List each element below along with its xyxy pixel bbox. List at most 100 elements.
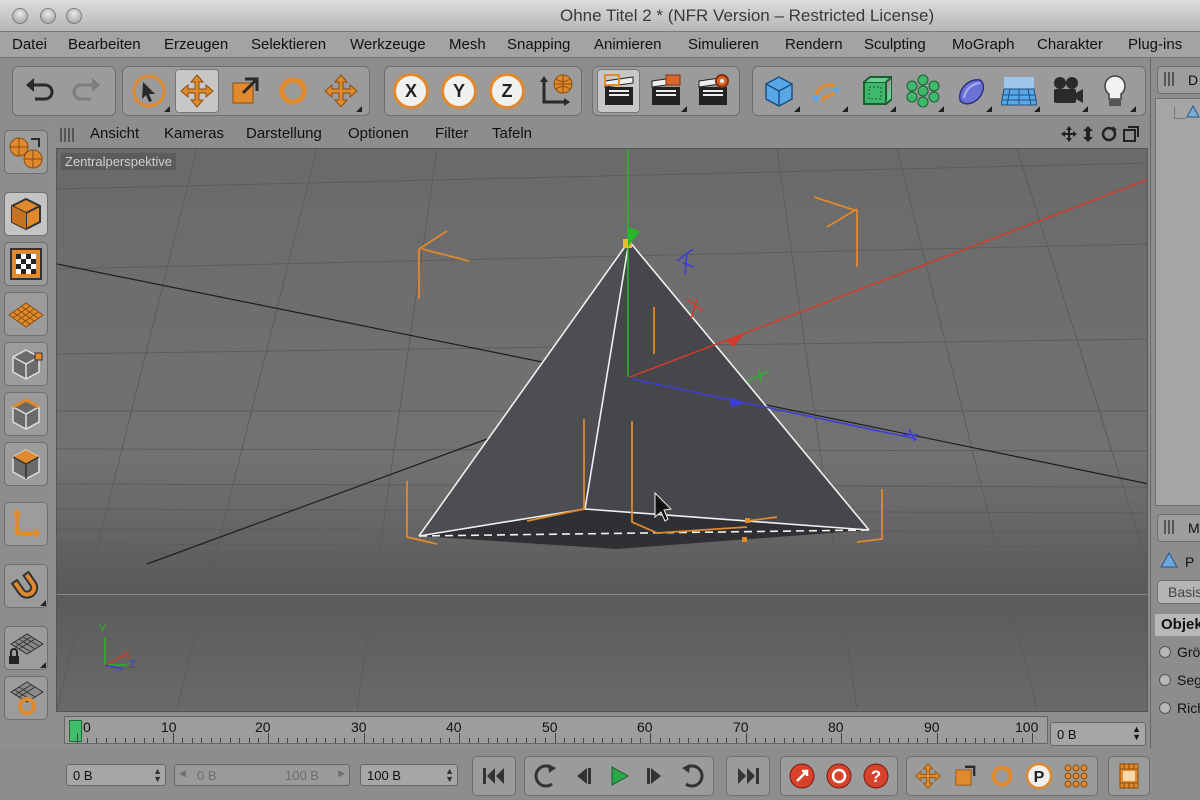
timeline-tick — [287, 738, 289, 743]
floor-icon[interactable] — [997, 69, 1041, 113]
next-frame-icon[interactable] — [638, 758, 673, 794]
scale-icon[interactable] — [223, 69, 267, 113]
mograph-cloner-icon[interactable] — [901, 69, 945, 113]
animation-dot-orientation[interactable] — [1159, 702, 1171, 714]
menu-bearbeiten[interactable]: Bearbeiten — [68, 36, 141, 53]
auto-key-icon[interactable] — [821, 758, 856, 794]
max-frame-field[interactable]: 100 B ▲ ▼ — [360, 764, 458, 786]
snapping-magnet-icon[interactable] — [4, 564, 48, 608]
prev-frame-icon[interactable] — [565, 758, 600, 794]
redo-icon[interactable] — [65, 69, 109, 113]
record-key-icon[interactable] — [784, 758, 819, 794]
menu-datei[interactable]: Datei — [12, 36, 47, 53]
zoom-window-button[interactable] — [66, 8, 82, 24]
keyframe-help-icon[interactable]: ? — [859, 758, 894, 794]
viewport-rotate-icon[interactable] — [1100, 125, 1118, 143]
timeline-window-icon[interactable] — [1112, 758, 1146, 794]
menu-mesh[interactable]: Mesh — [449, 36, 486, 53]
texture-mode-icon[interactable] — [4, 242, 48, 286]
camera-icon[interactable] — [1045, 69, 1089, 113]
render-view-icon[interactable] — [597, 69, 641, 113]
light-icon[interactable] — [1093, 69, 1137, 113]
menu-erzeugen[interactable]: Erzeugen — [164, 36, 228, 53]
menu-mograph[interactable]: MoGraph — [952, 36, 1015, 53]
render-settings-icon[interactable] — [692, 69, 735, 113]
points-mode-icon[interactable] — [4, 342, 48, 386]
3d-viewport[interactable]: Zentralperspektive Y X Z — [56, 148, 1148, 712]
deformer-icon[interactable] — [949, 69, 993, 113]
max-frame-spinner[interactable]: ▲ ▼ — [445, 767, 454, 784]
axis-mode-icon[interactable] — [4, 502, 48, 546]
menu-animieren[interactable]: Animieren — [594, 36, 662, 53]
prev-key-icon[interactable] — [528, 758, 563, 794]
viewport-scene[interactable] — [57, 149, 1148, 712]
key-pla-icon[interactable] — [1059, 758, 1094, 794]
viewport-menu-kameras[interactable]: Kameras — [164, 125, 224, 142]
menu-snapping[interactable]: Snapping — [507, 36, 570, 53]
current-frame-field[interactable]: 0 B ▲ ▼ — [66, 764, 166, 786]
undo-icon[interactable] — [17, 69, 61, 113]
viewport-camera-label[interactable]: Zentralperspektive — [61, 153, 176, 170]
edges-mode-icon[interactable] — [4, 392, 48, 436]
lock-x-icon[interactable]: X — [389, 69, 433, 113]
spline-icon[interactable] — [805, 69, 849, 113]
key-rotation-icon[interactable] — [984, 758, 1019, 794]
menu-rendern[interactable]: Rendern — [785, 36, 843, 53]
timeline-end-field[interactable]: 0 B ▲ ▼ — [1050, 722, 1146, 746]
range-left-arrow[interactable]: ◀ — [179, 768, 186, 779]
viewport-menu-darstellung[interactable]: Darstellung — [246, 125, 322, 142]
viewport-menu-optionen[interactable]: Optionen — [348, 125, 409, 142]
workplane-grid-icon[interactable] — [4, 292, 48, 336]
rotate-icon[interactable] — [271, 69, 315, 113]
tab-basis[interactable]: Basis — [1157, 580, 1200, 604]
key-parameter-icon[interactable]: P — [1022, 758, 1057, 794]
workplane-align-icon[interactable] — [4, 676, 48, 720]
minimize-window-button[interactable] — [40, 8, 56, 24]
workplane-lock-icon[interactable] — [4, 626, 48, 670]
polygons-mode-icon[interactable] — [4, 442, 48, 486]
key-position-icon[interactable] — [910, 758, 945, 794]
workplane-mode-icon[interactable] — [4, 130, 48, 174]
model-mode-icon[interactable] — [4, 192, 48, 236]
move-icon[interactable] — [175, 69, 219, 113]
menu-sculpting[interactable]: Sculpting — [864, 36, 926, 53]
timeline-ruler[interactable]: 0 10 20 30 40 50 60 70 80 90 100 — [64, 716, 1048, 744]
current-frame-spinner[interactable]: ▲ ▼ — [153, 767, 162, 784]
menu-simulieren[interactable]: Simulieren — [688, 36, 759, 53]
viewport-zoom-icon[interactable] — [1080, 125, 1096, 143]
viewport-pan-icon[interactable] — [1060, 125, 1078, 143]
play-icon[interactable] — [602, 758, 637, 794]
next-key-icon[interactable] — [675, 758, 710, 794]
key-scale-icon[interactable] — [947, 758, 982, 794]
multi-move-icon[interactable] — [319, 69, 363, 113]
goto-start-icon[interactable] — [476, 758, 512, 794]
menu-werkzeuge[interactable]: Werkzeuge — [350, 36, 426, 53]
animation-dot-size[interactable] — [1159, 646, 1171, 658]
animation-dot-segments[interactable] — [1159, 674, 1171, 686]
attributes-manager-tab[interactable]: M — [1157, 514, 1200, 542]
range-right-arrow[interactable]: ▶ — [338, 768, 345, 779]
coordinate-system-icon[interactable] — [533, 69, 577, 113]
viewport-menu-filter[interactable]: Filter — [435, 125, 468, 142]
lock-z-icon[interactable]: Z — [485, 69, 529, 113]
viewport-maximize-icon[interactable] — [1122, 125, 1140, 143]
viewport-grip-icon[interactable] — [60, 128, 76, 142]
subdivision-icon[interactable] — [853, 69, 897, 113]
goto-end-icon[interactable] — [730, 758, 766, 794]
lock-y-icon[interactable]: Y — [437, 69, 481, 113]
viewport-menu-ansicht[interactable]: Ansicht — [90, 125, 139, 142]
cube-icon[interactable] — [757, 69, 801, 113]
menu-selektieren[interactable]: Selektieren — [251, 36, 326, 53]
preview-range-field[interactable]: ◀ 0 B 100 B ▶ — [174, 764, 350, 786]
close-window-button[interactable] — [12, 8, 28, 24]
menu-plugins[interactable]: Plug-ins — [1128, 36, 1182, 53]
timeline-end-spinner[interactable]: ▲ ▼ — [1132, 725, 1141, 742]
objects-list-area[interactable] — [1155, 98, 1200, 506]
viewport-menu-tafeln[interactable]: Tafeln — [492, 125, 532, 142]
select-icon[interactable] — [127, 69, 171, 113]
objects-manager-tab[interactable]: D — [1157, 66, 1200, 94]
render-picture-viewer-icon[interactable] — [644, 69, 687, 113]
timeline-playhead[interactable] — [69, 720, 82, 742]
menu-charakter[interactable]: Charakter — [1037, 36, 1103, 53]
pyramid-object-icon[interactable] — [1186, 105, 1200, 119]
